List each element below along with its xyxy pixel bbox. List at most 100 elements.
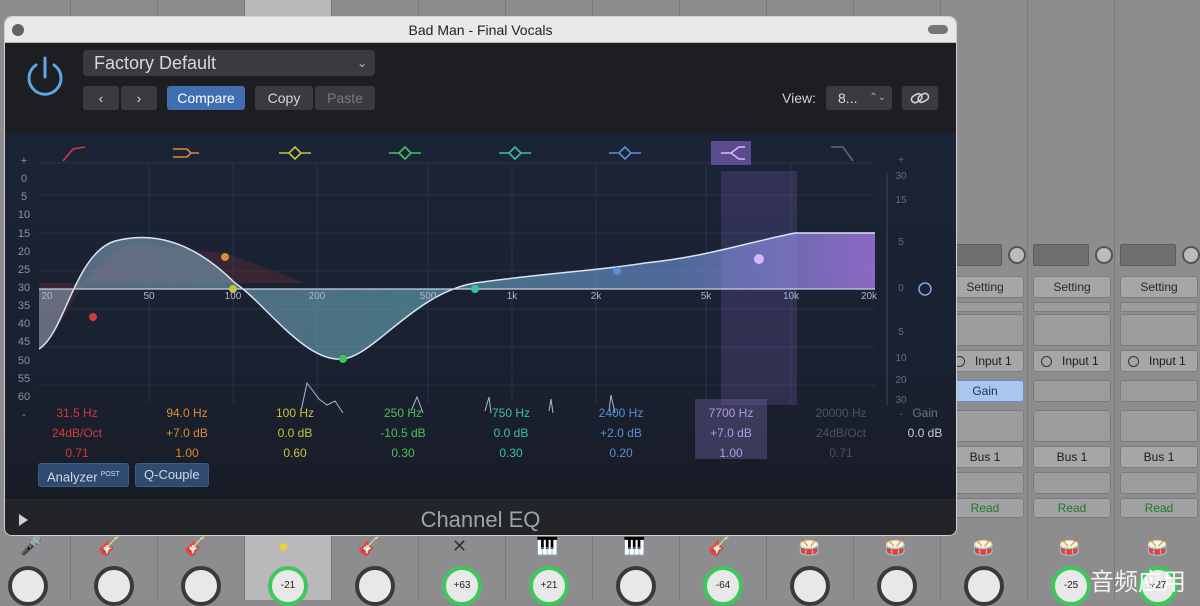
analyzer-button[interactable]: Analyzer POST	[38, 463, 129, 487]
gain-parameter[interactable]: Gain 0.0 dB	[900, 403, 950, 443]
automation-read-button[interactable]: Read	[1033, 498, 1111, 518]
pan-knob[interactable]: +21	[529, 566, 569, 606]
band-6-node[interactable]	[613, 267, 621, 275]
pan-icon[interactable]	[1008, 246, 1026, 264]
toolbar-toggle-button[interactable]	[928, 25, 948, 34]
band-q[interactable]: 0.71	[791, 443, 891, 463]
band-freq[interactable]: 94.0 Hz	[137, 403, 237, 423]
midi-fx-slot[interactable]	[1120, 314, 1198, 346]
band-gain[interactable]: +2.0 dB	[571, 423, 671, 443]
bell-icon[interactable]	[279, 145, 311, 161]
band-gain[interactable]: +7.0 dB	[137, 423, 237, 443]
band-7-node[interactable]	[754, 254, 764, 264]
sends-slot[interactable]	[946, 410, 1024, 442]
high-pass-icon[interactable]	[62, 146, 86, 162]
gain-value[interactable]: 0.0 dB	[900, 423, 950, 443]
audio-fx-slot[interactable]	[1120, 380, 1198, 402]
view-size-select[interactable]: 8... ⌃⌄	[826, 86, 892, 110]
band-freq[interactable]: 20000 Hz	[791, 403, 891, 423]
pan-knob[interactable]	[877, 566, 917, 606]
bell-icon[interactable]	[609, 145, 641, 161]
output-bus-button[interactable]: Bus 1	[946, 446, 1024, 468]
audio-fx-slot[interactable]	[1033, 380, 1111, 402]
band-freq[interactable]: 7700 Hz	[681, 403, 781, 423]
band-freq[interactable]: 2400 Hz	[571, 403, 671, 423]
eq-display[interactable]: +0 5 10 15 20 25 30 35 40 45 50 55 60- +30 15 5 0 5 10 20 3…	[5, 133, 956, 513]
automation-read-button[interactable]: Read	[1120, 498, 1198, 518]
band-gain[interactable]: 0.0 dB	[245, 423, 345, 443]
input-button[interactable]: Input 1	[946, 350, 1024, 372]
pan-knob[interactable]	[355, 566, 395, 606]
pan-knob[interactable]	[94, 566, 134, 606]
compare-button[interactable]: Compare	[167, 86, 245, 110]
pan-icon[interactable]	[1182, 246, 1200, 264]
band-3-params[interactable]: 100 Hz 0.0 dB 0.60	[245, 403, 345, 463]
midi-fx-slot[interactable]	[946, 314, 1024, 346]
link-button[interactable]	[902, 86, 938, 110]
pan-knob[interactable]: -64	[703, 566, 743, 606]
paste-button[interactable]: Paste	[315, 86, 375, 110]
band-7-params[interactable]: 7700 Hz +7.0 dB 1.00	[681, 403, 781, 463]
eq-slot[interactable]	[1120, 302, 1198, 312]
bell-icon[interactable]	[499, 145, 531, 161]
pan-knob[interactable]: -25	[1051, 566, 1091, 606]
band-6-params[interactable]: 2400 Hz +2.0 dB 0.20	[571, 403, 671, 463]
power-icon[interactable]	[21, 53, 69, 101]
band-8-params[interactable]: 20000 Hz 24dB/Oct 0.71	[791, 403, 891, 463]
band-4-params[interactable]: 250 Hz -10.5 dB 0.30	[353, 403, 453, 463]
band-gain[interactable]: -10.5 dB	[353, 423, 453, 443]
band-q[interactable]: 1.00	[137, 443, 237, 463]
band-gain[interactable]: +7.0 dB	[681, 423, 781, 443]
band-5-node[interactable]	[471, 285, 479, 293]
input-button[interactable]: Input 1	[1120, 350, 1198, 372]
band-2-node[interactable]	[221, 253, 229, 261]
pan-knob[interactable]	[790, 566, 830, 606]
eq-slot[interactable]	[946, 302, 1024, 312]
setting-button[interactable]: Setting	[1120, 276, 1198, 298]
output-bus-button[interactable]: Bus 1	[1120, 446, 1198, 468]
pan-knob[interactable]	[181, 566, 221, 606]
output-bus-button[interactable]: Bus 1	[1033, 446, 1111, 468]
pan-knob[interactable]	[8, 566, 48, 606]
band-q[interactable]: 0.20	[571, 443, 671, 463]
input-button[interactable]: Input 1	[1033, 350, 1111, 372]
preset-dropdown[interactable]: Factory Default ⌄	[83, 50, 375, 76]
pan-knob[interactable]	[964, 566, 1004, 606]
band-2-params[interactable]: 94.0 Hz +7.0 dB 1.00	[137, 403, 237, 463]
pan-knob[interactable]	[616, 566, 656, 606]
band-gain[interactable]: 24dB/Oct	[27, 423, 127, 443]
low-pass-icon[interactable]	[831, 146, 854, 162]
group-slot[interactable]	[1033, 472, 1111, 494]
automation-read-button[interactable]: Read	[946, 498, 1024, 518]
midi-fx-slot[interactable]	[1033, 314, 1111, 346]
setting-button[interactable]: Setting	[1033, 276, 1111, 298]
copy-button[interactable]: Copy	[255, 86, 313, 110]
band-q[interactable]: 0.60	[245, 443, 345, 463]
band-gain[interactable]: 24dB/Oct	[791, 423, 891, 443]
q-couple-button[interactable]: Q-Couple	[135, 463, 209, 487]
band-q[interactable]: 0.71	[27, 443, 127, 463]
pan-icon[interactable]	[1095, 246, 1113, 264]
gain-node[interactable]	[918, 282, 932, 296]
band-freq[interactable]: 31.5 Hz	[27, 403, 127, 423]
band-1-params[interactable]: 31.5 Hz 24dB/Oct 0.71	[27, 403, 127, 463]
bell-icon[interactable]	[389, 145, 421, 161]
band-freq[interactable]: 250 Hz	[353, 403, 453, 423]
title-bar[interactable]: Bad Man - Final Vocals	[5, 17, 956, 43]
sends-slot[interactable]	[1120, 410, 1198, 442]
band-freq[interactable]: 750 Hz	[461, 403, 561, 423]
pan-knob[interactable]: -21	[268, 566, 308, 606]
gain-plugin-slot[interactable]: Gain	[946, 380, 1024, 402]
band-5-params[interactable]: 750 Hz 0.0 dB 0.30	[461, 403, 561, 463]
band-q[interactable]: 1.00	[681, 443, 781, 463]
group-slot[interactable]	[1120, 472, 1198, 494]
band-gain[interactable]: 0.0 dB	[461, 423, 561, 443]
band-q[interactable]: 0.30	[461, 443, 561, 463]
group-slot[interactable]	[946, 472, 1024, 494]
band-q[interactable]: 0.30	[353, 443, 453, 463]
sends-slot[interactable]	[1033, 410, 1111, 442]
band-4-node[interactable]	[339, 355, 347, 363]
pan-knob[interactable]: +63	[442, 566, 482, 606]
next-preset-button[interactable]: ›	[121, 86, 157, 110]
band-1-node[interactable]	[89, 313, 97, 321]
